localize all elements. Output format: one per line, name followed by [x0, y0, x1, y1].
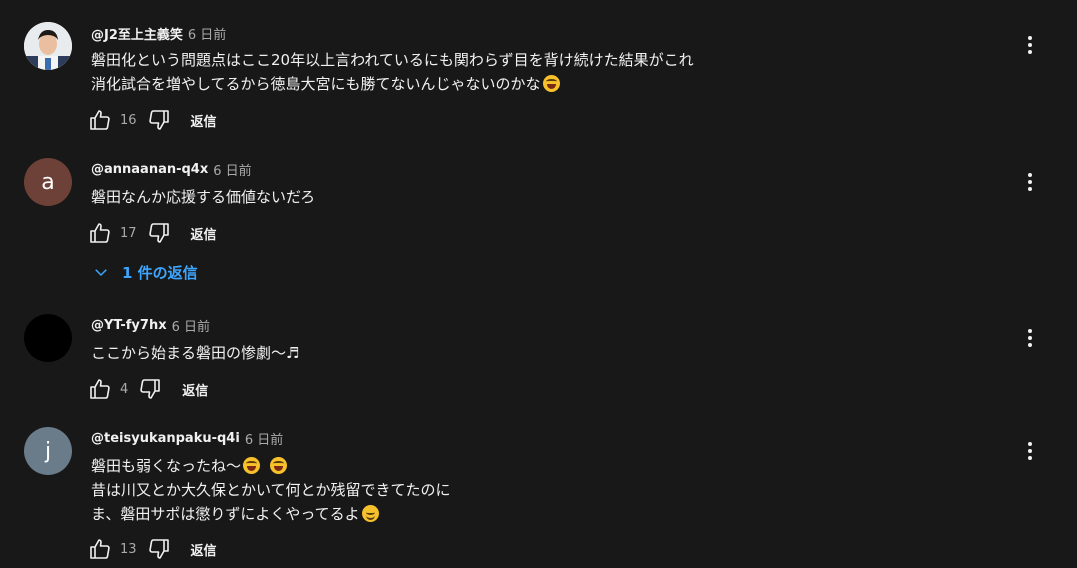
- thumbs-up-icon: [90, 379, 110, 399]
- like-button[interactable]: [88, 377, 112, 401]
- timestamp[interactable]: 6 日前: [172, 316, 210, 335]
- comment-text: 磐田も弱くなったね〜 昔は川又とか大久保とかいて何とか残留できてたのに ま、磐田…: [91, 454, 451, 526]
- reply-button[interactable]: 返信: [191, 224, 217, 243]
- comment-menu-button[interactable]: [1018, 439, 1042, 463]
- avatar-letter: j: [44, 438, 52, 464]
- thumbs-up-icon: [90, 110, 110, 130]
- comment-actions: 16 返信: [88, 108, 217, 132]
- avatar[interactable]: [24, 314, 72, 362]
- laughing-emoji-icon: [270, 457, 288, 474]
- dislike-button[interactable]: [147, 221, 171, 245]
- avatar-photo: [24, 22, 72, 70]
- comment-menu-button[interactable]: [1018, 326, 1042, 350]
- avatar[interactable]: j: [24, 427, 72, 475]
- more-vert-icon: [1028, 173, 1032, 191]
- comment-actions: 13 返信: [88, 537, 217, 561]
- like-count: 4: [120, 381, 129, 397]
- author-name[interactable]: @teisyukanpaku-q4i: [91, 431, 240, 446]
- thumbs-up-icon: [90, 223, 110, 243]
- thumbs-up-icon: [90, 539, 110, 559]
- view-replies-label: 1 件の返信: [122, 263, 198, 282]
- comment-menu-button[interactable]: [1018, 33, 1042, 57]
- comment-line: 昔は川又とか大久保とかいて何とか残留できてたのに: [91, 481, 451, 499]
- comment-line: ま、磐田サポは懲りずによくやってるよ: [91, 505, 360, 523]
- comment-header: @YT-fy7hx 6 日前: [91, 316, 210, 335]
- laughing-emoji-icon: [542, 75, 560, 92]
- timestamp[interactable]: 6 日前: [213, 160, 251, 179]
- thumbs-down-icon: [148, 110, 169, 130]
- laughing-emoji-icon: [243, 457, 261, 474]
- author-name[interactable]: @annaanan-q4x: [91, 162, 208, 177]
- avatar[interactable]: a: [24, 158, 72, 206]
- view-replies-button[interactable]: 1 件の返信: [92, 261, 198, 283]
- smiling-emoji-icon: [361, 505, 379, 522]
- comment-header: @teisyukanpaku-q4i 6 日前: [91, 429, 283, 448]
- avatar-letter: a: [41, 169, 55, 195]
- comment-header: @annaanan-q4x 6 日前: [91, 160, 252, 179]
- comment-line: 磐田なんか応援する価値ないだろ: [91, 188, 316, 206]
- author-name[interactable]: @J2至上主義笑: [91, 24, 183, 43]
- like-count: 13: [120, 541, 137, 557]
- like-button[interactable]: [88, 537, 112, 561]
- avatar[interactable]: [24, 22, 72, 70]
- chevron-down-icon: [95, 269, 107, 277]
- thumbs-down-icon: [140, 379, 161, 399]
- like-button[interactable]: [88, 108, 112, 132]
- reply-button[interactable]: 返信: [191, 540, 217, 559]
- author-name[interactable]: @YT-fy7hx: [91, 318, 167, 333]
- comment-text: 磐田なんか応援する価値ないだろ: [91, 185, 315, 209]
- more-vert-icon: [1028, 36, 1032, 54]
- dislike-button[interactable]: [147, 537, 171, 561]
- reply-button[interactable]: 返信: [191, 111, 217, 130]
- timestamp[interactable]: 6 日前: [188, 24, 226, 43]
- comment-actions: 4 返信: [88, 377, 208, 401]
- more-vert-icon: [1028, 329, 1032, 347]
- like-count: 17: [120, 225, 137, 241]
- comment-text: ここから始まる磐田の惨劇〜♬: [91, 341, 299, 365]
- comment-line: 磐田化という問題点はここ20年以上言われているにも関わらず目を背け続けた結果がこ…: [91, 51, 694, 69]
- like-button[interactable]: [88, 221, 112, 245]
- dislike-button[interactable]: [138, 377, 162, 401]
- thumbs-down-icon: [148, 223, 169, 243]
- comment-actions: 17 返信: [88, 221, 217, 245]
- comment-line: ここから始まる磐田の惨劇〜♬: [91, 344, 300, 362]
- reply-button[interactable]: 返信: [182, 380, 208, 399]
- dislike-button[interactable]: [147, 108, 171, 132]
- like-count: 16: [120, 112, 137, 128]
- more-vert-icon: [1028, 442, 1032, 460]
- comment-line: 消化試合を増やしてるから徳島大宮にも勝てないんじゃないのかな: [91, 75, 541, 93]
- comment-header: @J2至上主義笑 6 日前: [91, 24, 226, 43]
- comment-text: 磐田化という問題点はここ20年以上言われているにも関わらず目を背け続けた結果がこ…: [91, 48, 694, 96]
- comment-line: 磐田も弱くなったね〜: [91, 457, 242, 475]
- timestamp[interactable]: 6 日前: [245, 429, 283, 448]
- comment-menu-button[interactable]: [1018, 170, 1042, 194]
- thumbs-down-icon: [148, 539, 169, 559]
